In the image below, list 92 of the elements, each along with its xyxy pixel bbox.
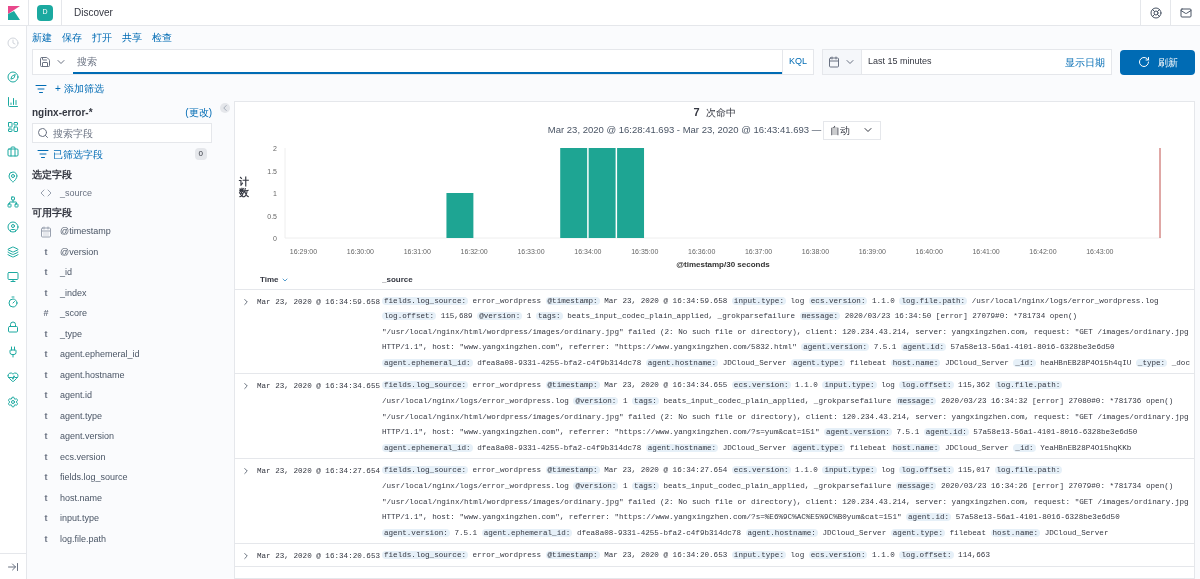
user-icon[interactable] [7,220,19,233]
logo-icon [8,5,20,20]
timer-icon[interactable] [7,295,19,308]
axis-title: 计数 [239,175,249,198]
bar-chart-icon[interactable] [7,95,19,108]
change-link[interactable]: (更改) [185,104,212,120]
time-range[interactable]: Last 15 minutes [862,50,1059,74]
calendar-icon[interactable] [828,56,840,68]
expand-icon[interactable] [241,551,251,562]
histogram-bar[interactable] [617,147,645,238]
dashboard-icon[interactable] [7,120,19,133]
field-name[interactable]: host.name [60,491,103,505]
search-field[interactable]: 搜索 KQL [32,49,814,75]
axis-title: @timestamp/30 seconds [676,259,770,269]
briefcase-icon[interactable] [7,145,19,158]
time-range-label: Mar 23, 2020 @ 16:28:41.693 - Mar 23, 2020 @ 16:43:41.693 — [547,122,822,137]
hits-count: 7 [693,105,700,120]
field-name[interactable]: _score [60,307,87,321]
help-icon[interactable] [1149,6,1162,19]
add-filter-link[interactable]: + 添加筛选 [55,81,104,96]
field-type-label: t [43,389,49,402]
field-name[interactable]: @timestamp [60,225,111,239]
layers-icon[interactable] [7,245,19,258]
menu-link[interactable]: 打开 [92,31,112,44]
expand-icon[interactable] [241,296,251,307]
calendar-icon [40,225,52,238]
field-name[interactable]: ecs.version [60,450,106,464]
section-heading: 选定字段 [32,167,73,182]
expand-icon[interactable] [241,381,251,392]
compass-icon[interactable] [7,70,19,83]
field-type-label: t [43,327,49,341]
histogram-bar[interactable] [446,192,474,238]
histogram-bar[interactable] [588,147,616,238]
field-type-label: t [43,368,49,382]
menu-link[interactable]: 共享 [122,31,142,44]
hits-label: 次命中 [705,106,736,120]
field-name[interactable]: input.type [60,512,100,526]
filter-icon[interactable] [35,82,47,95]
language-toggle[interactable]: KQL [782,50,813,74]
page-title: Discover [74,6,113,20]
field-name[interactable]: _type [60,327,83,341]
count-badge: 0 [194,148,207,160]
field-type-label: t [43,409,49,423]
section-heading: 可用字段 [32,206,73,220]
collapse-icon[interactable] [220,103,230,113]
field-type-label: t [43,491,49,505]
field-name[interactable]: _id [60,266,72,280]
refresh-icon [1137,56,1150,68]
menu-link[interactable]: 保存 [62,31,82,44]
field-type-label: t [43,532,49,546]
field-name[interactable]: fields.log_source [60,471,128,485]
lock-icon[interactable] [7,320,19,333]
map-pin-icon[interactable] [7,170,19,183]
save-icon[interactable] [39,56,51,68]
menu-link[interactable]: 新建 [32,31,52,44]
network-icon[interactable] [7,195,19,208]
mail-icon[interactable] [1179,6,1192,19]
settings-icon[interactable] [7,395,19,408]
field-name[interactable]: _source [60,186,93,200]
field-type-label: t [43,286,49,300]
field-type-label: t [43,245,49,259]
heart-pulse-icon[interactable] [7,370,19,383]
filtered-fields-link[interactable]: 已筛选字段 [53,146,103,162]
expand-nav-icon[interactable] [7,560,19,573]
field-name[interactable]: agent.hostname [60,368,125,382]
column-header: _source [382,274,413,286]
expand-icon[interactable] [241,466,251,477]
field-type-label: t [43,450,49,464]
menu-link[interactable]: 检查 [152,31,172,44]
sort-icon[interactable] [280,276,289,284]
field-type-label: # [42,307,50,320]
field-type-label: t [43,348,49,361]
field-name[interactable]: agent.id [60,389,93,403]
field-name[interactable]: agent.type [60,409,103,423]
column-header[interactable]: Time [260,274,279,286]
field-name[interactable]: agent.ephemeral_id [60,348,140,362]
field-name[interactable]: @version [60,245,99,259]
show-dates-link[interactable]: 显示日期 [1059,50,1111,74]
field-type-label: t [43,471,49,484]
monitor-icon[interactable] [7,270,19,283]
field-type-label: t [43,430,49,443]
refresh-button[interactable]: 刷新 [1120,49,1195,75]
histogram-bar[interactable] [560,147,588,238]
field-name[interactable]: _index [60,286,87,300]
field-type-label: t [43,266,49,279]
interval-select[interactable]: 自动 [823,120,882,140]
plug-icon[interactable] [7,345,19,358]
field-type-label: t [43,512,49,525]
filter-icon[interactable] [37,148,49,160]
index-pattern-title: nginx-error-* [32,105,93,120]
field-name[interactable]: log.file.path [60,532,107,546]
field-name[interactable]: agent.version [60,430,115,444]
